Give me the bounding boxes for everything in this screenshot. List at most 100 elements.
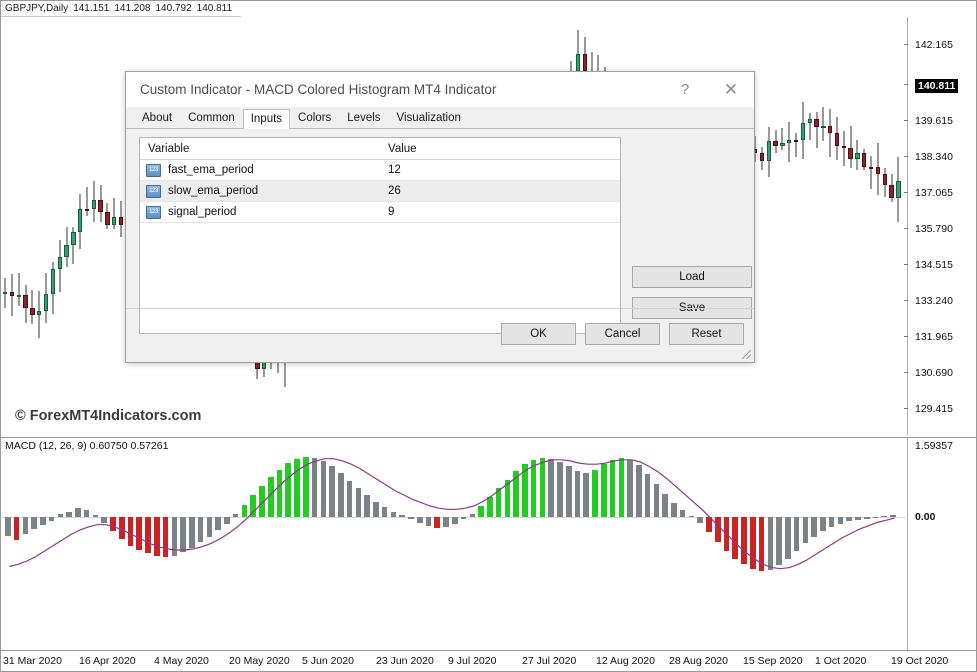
current-price-label: 140.811 [915,79,958,93]
tab-common[interactable]: Common [180,108,243,128]
candlestick [51,262,55,314]
candle-wick [816,112,817,147]
tab-levels[interactable]: Levels [339,108,388,128]
table-row[interactable]: 123fast_ema_period12 [140,160,620,181]
macd-indicator-pane[interactable]: MACD (12, 26, 9) 0.60750 0.57261 1.59357… [1,437,976,651]
price-label: 130.690 [915,367,953,379]
candle-body-bullish [112,217,116,225]
date-label: 20 May 2020 [229,655,290,667]
candle-body-bearish [835,133,839,146]
resize-grip-icon[interactable] [742,350,751,359]
date-label: 12 Aug 2020 [596,655,655,667]
dialog-title: Custom Indicator - MACD Colored Histogra… [140,82,496,97]
tab-colors[interactable]: Colors [290,108,339,128]
candlestick [105,203,109,229]
candlestick [835,117,839,159]
candlestick [855,140,859,170]
candle-body-bullish [51,269,55,294]
candle-body-bullish [92,200,96,209]
candle-body-bullish [58,257,62,269]
candle-body-bullish [64,245,68,257]
numeric-type-icon: 123 [146,206,161,219]
close-icon[interactable]: ✕ [708,72,754,107]
candlestick [801,102,805,158]
numeric-type-icon: 123 [146,164,161,177]
value-cell[interactable]: 12 [380,164,401,176]
candle-body-bearish [814,119,818,127]
candle-body-bullish [44,294,48,311]
value-cell[interactable]: 26 [380,185,401,197]
value-cell[interactable]: 9 [380,206,394,218]
candlestick [85,187,89,216]
price-label: 133.240 [915,295,953,307]
price-label: 137.065 [915,187,953,199]
load-button[interactable]: Load [632,266,752,288]
price-tick [904,336,908,337]
candlestick [869,156,873,189]
variable-cell: 123fast_ema_period [140,164,380,177]
custom-indicator-dialog[interactable]: Custom Indicator - MACD Colored Histogra… [125,71,755,363]
candlestick [780,128,784,149]
candle-body-bearish [828,126,832,133]
price-tick [904,156,908,157]
candle-wick [843,131,844,166]
quote-high: 141.208 [114,3,150,14]
quote-bar: GBPJPY,Daily 141.151 141.208 140.792 140… [1,1,241,17]
candlestick [119,201,123,236]
date-label: 27 Jul 2020 [522,655,576,667]
tab-inputs[interactable]: Inputs [243,109,290,129]
candle-body-bearish [862,153,866,166]
candle-body-bearish [760,153,764,162]
candlestick [889,174,893,202]
candlestick [71,227,75,264]
variable-cell: 123signal_period [140,206,380,219]
candle-body-bearish [883,174,887,185]
candlestick [10,274,14,316]
tab-about[interactable]: About [134,108,180,128]
candle-body-bullish [37,311,41,315]
date-label: 16 Apr 2020 [79,655,136,667]
candle-body-bullish [3,292,7,294]
candle-body-bearish [10,292,14,296]
candle-wick [87,187,88,216]
candle-body-bearish [794,140,798,142]
dialog-title-bar[interactable]: Custom Indicator - MACD Colored Histogra… [126,72,754,107]
candle-body-bullish [780,143,784,146]
candle-body-bearish [23,295,27,308]
watermark: © ForexMT4Indicators.com [15,408,201,424]
candlestick [828,109,832,157]
candlestick [17,273,21,306]
date-label: 9 Jul 2020 [448,655,496,667]
table-row[interactable]: 123signal_period9 [140,202,620,223]
candlestick [760,147,764,169]
inputs-table[interactable]: Variable Value 123fast_ema_period12123sl… [139,137,621,334]
candle-body-bullish [896,181,900,198]
cancel-button[interactable]: Cancel [585,323,660,345]
candle-body-bullish [17,295,21,297]
price-label: 134.515 [915,259,953,271]
candle-wick [32,290,33,324]
price-tick [904,44,908,45]
table-row[interactable]: 123slow_ema_period26 [140,181,620,202]
price-tick [904,120,908,121]
candlestick [842,131,846,166]
candlestick [787,122,791,162]
ok-button[interactable]: OK [501,323,576,345]
price-tick [904,228,908,229]
time-axis: 31 Mar 202016 Apr 20204 May 202020 May 2… [1,650,976,671]
candlestick [64,227,68,267]
date-label: 5 Jun 2020 [302,655,354,667]
candlestick [794,133,798,157]
candle-body-bullish [71,232,75,245]
price-tick [904,192,908,193]
dialog-tabs[interactable]: AboutCommonInputsColorsLevelsVisualizati… [126,107,754,129]
candlestick [30,290,34,324]
macd-axis-label: 0.00 [915,511,935,523]
candle-body-bearish [876,167,880,174]
dialog-footer: OK Cancel Reset [126,308,754,362]
date-label: 28 Aug 2020 [669,655,728,667]
tab-visualization[interactable]: Visualization [389,108,469,128]
reset-button[interactable]: Reset [669,323,744,345]
help-icon[interactable]: ? [662,72,708,107]
candlestick [98,185,102,222]
